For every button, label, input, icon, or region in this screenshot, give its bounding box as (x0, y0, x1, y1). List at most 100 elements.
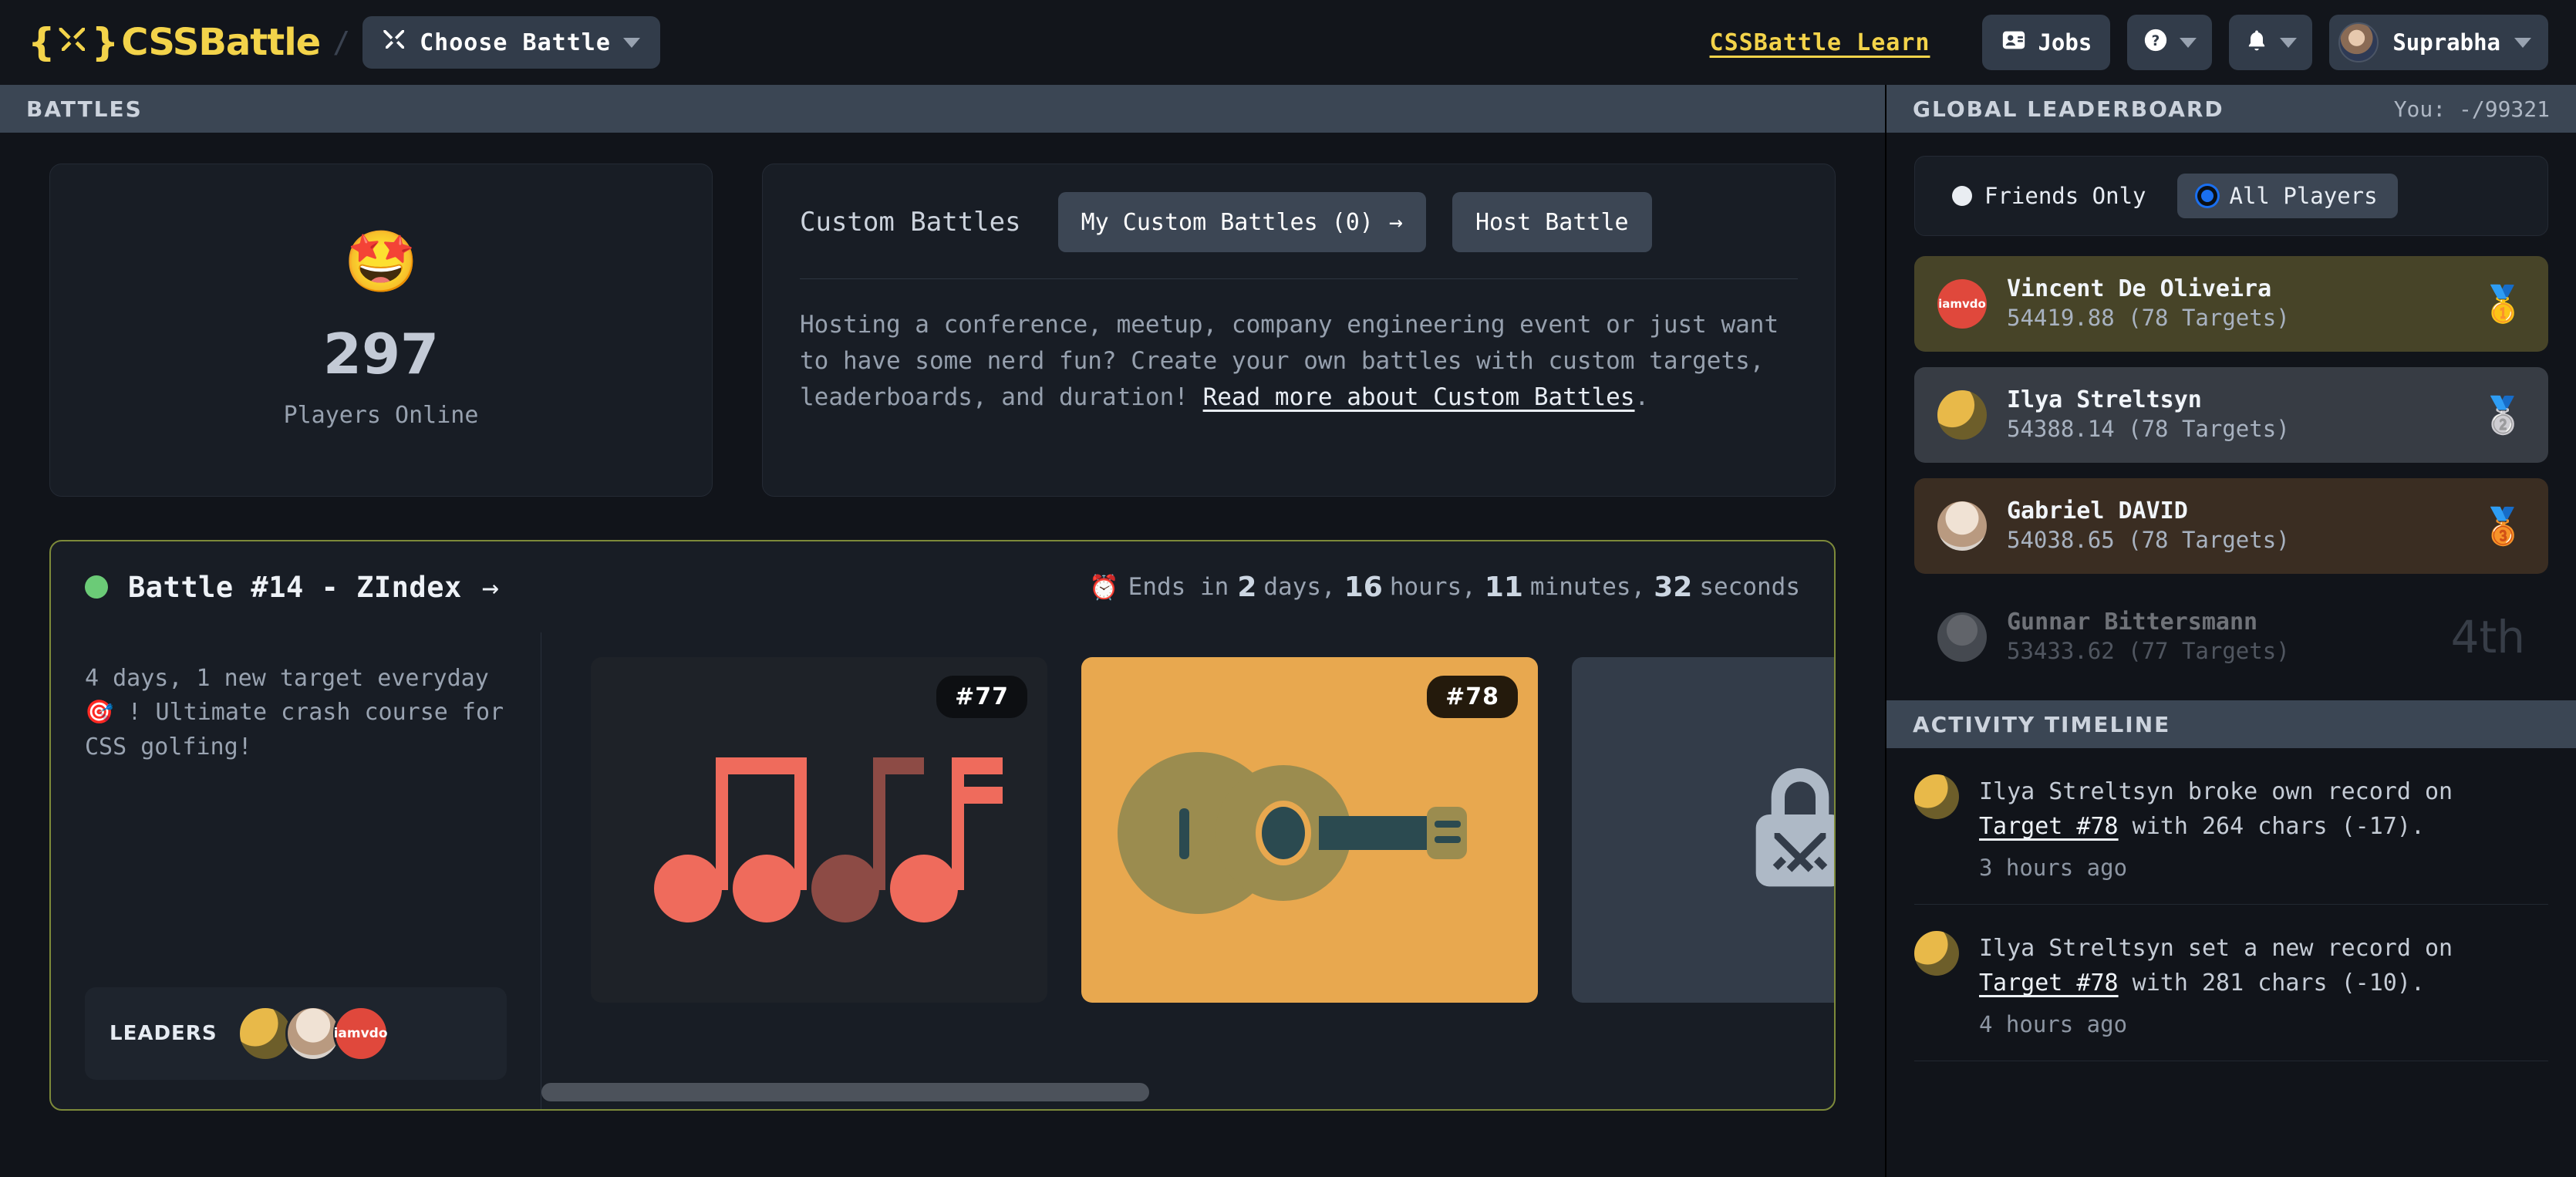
target-badge: #78 (1427, 676, 1518, 718)
logo-text: { } CSSBattle (28, 20, 321, 65)
player-name: Gunnar Bittersmann (2007, 609, 2258, 636)
leaderboard-row[interactable]: Gunnar Bittersmann 53433.62 (77 Targets)… (1914, 589, 2548, 685)
filter-all-players-label: All Players (2229, 183, 2378, 209)
battle-targets-area: #77 #78 (541, 632, 1834, 1109)
activity-item-body: Ilya Streltsyn broke own record on Targe… (1979, 774, 2548, 881)
host-battle-label: Host Battle (1475, 208, 1629, 236)
avatar (1914, 931, 1959, 976)
countdown-hours-label: hours, (1389, 573, 1476, 601)
battle-title-group[interactable]: Battle #14 - ZIndex → (85, 571, 499, 604)
countdown-minutes-value: 11 (1484, 571, 1523, 603)
alarm-clock-icon: ⏰ (1089, 573, 1119, 602)
target-card[interactable]: #77 (591, 657, 1047, 1003)
logo-brace-right: } (91, 20, 120, 65)
logo[interactable]: { } CSSBattle (28, 20, 321, 65)
battle-card-body: 4 days, 1 new target everyday 🎯 ! Ultima… (51, 632, 1834, 1109)
avatar (1914, 774, 1959, 819)
user-name-label: Suprabha (2392, 29, 2500, 56)
leaderboard-row-info: Ilya Streltsyn 54388.14 (78 Targets) (2007, 386, 2461, 443)
help-button[interactable]: ? (2127, 15, 2213, 70)
target-link[interactable]: Target #78 (1979, 813, 2119, 840)
breadcrumb-separator: / (332, 25, 351, 59)
target-badge: #77 (936, 676, 1027, 718)
logo-brace-left: { (28, 20, 56, 65)
cssbattle-learn-link[interactable]: CSSBattle Learn (1710, 29, 1930, 56)
app-header: { } CSSBattle / Choose Battle CSSBattle … (0, 0, 2576, 85)
leader-avatars: iamvdo (234, 1006, 389, 1061)
battle-card-header: Battle #14 - ZIndex → ⏰ Ends in 2 days, … (51, 541, 1834, 632)
target-card-locked[interactable] (1572, 657, 1834, 1003)
custom-battles-header: Custom Battles My Custom Battles (0) → H… (800, 192, 1798, 252)
custom-battles-card: Custom Battles My Custom Battles (0) → H… (762, 164, 1836, 497)
jobs-button[interactable]: Jobs (1982, 15, 2111, 70)
leaderboard-list: iamvdo Vincent De Oliveira 54419.88 (78 … (1886, 236, 2576, 700)
players-online-count: 297 (322, 321, 440, 386)
leaderboard-column: GLOBAL LEADERBOARD You: -/99321 Friends … (1885, 85, 2576, 1177)
swords-icon (383, 27, 407, 58)
target-card[interactable]: #78 (1081, 657, 1538, 1003)
chevron-down-icon (622, 37, 640, 48)
activity-item: Ilya Streltsyn set a new record on Targe… (1914, 905, 2548, 1061)
arrow-right-icon: → (481, 570, 500, 604)
targets-scrollbar[interactable] (541, 1083, 1834, 1109)
leaderboard-row[interactable]: iamvdo Vincent De Oliveira 54419.88 (78 … (1914, 256, 2548, 352)
filter-friends-only[interactable]: Friends Only (1932, 174, 2166, 218)
filter-all-players[interactable]: All Players (2176, 174, 2398, 218)
player-rank: 4th (2450, 611, 2525, 663)
activity-item-body: Ilya Streltsyn set a new record on Targe… (1979, 931, 2548, 1037)
choose-battle-label: Choose Battle (420, 29, 611, 56)
description-text-part2: . (1634, 383, 1650, 412)
battles-title: BATTLES (26, 96, 143, 122)
avatar: iamvdo (1937, 279, 1987, 329)
activity-text-prefix: Ilya Streltsyn set a new record on (1979, 935, 2453, 962)
star-struck-emoji-icon: 🤩 (343, 227, 419, 297)
live-status-dot-icon (85, 575, 108, 599)
lock-with-swords-icon (1755, 768, 1834, 887)
custom-battles-description: Hosting a conference, meetup, company en… (800, 307, 1798, 416)
notifications-button[interactable] (2229, 15, 2313, 70)
scrollbar-thumb[interactable] (541, 1083, 1149, 1101)
logo-label: CSSBattle (121, 21, 321, 64)
leader-avatar[interactable] (285, 1006, 341, 1061)
chevron-down-icon (2514, 37, 2531, 48)
player-name: Gabriel DAVID (2007, 497, 2188, 525)
avatar (1937, 390, 1987, 440)
your-rank-label: You: -/99321 (2393, 96, 2550, 122)
activity-section-bar: ACTIVITY TIMELINE (1886, 700, 2576, 748)
activity-time: 4 hours ago (1979, 1011, 2128, 1037)
activity-text: Ilya Streltsyn set a new record on Targe… (1979, 931, 2548, 1000)
radio-icon[interactable] (1952, 186, 1972, 206)
id-card-icon (2001, 27, 2027, 59)
user-menu-button[interactable]: Suprabha (2329, 15, 2548, 70)
battle-info-panel: 4 days, 1 new target everyday 🎯 ! Ultima… (51, 632, 541, 1109)
countdown-seconds-label: seconds (1699, 573, 1800, 601)
activity-time: 3 hours ago (1979, 855, 2128, 881)
jobs-label: Jobs (2038, 29, 2092, 56)
targets-scroll-container[interactable]: #77 #78 (541, 632, 1834, 1083)
battles-section-bar: BATTLES (0, 85, 1885, 133)
activity-text-suffix: with 281 chars (-10). (2118, 970, 2425, 997)
avatar (1937, 501, 1987, 551)
read-more-link[interactable]: Read more about Custom Battles (1203, 383, 1635, 411)
host-battle-button[interactable]: Host Battle (1452, 192, 1652, 252)
top-cards-row: 🤩 297 Players Online Custom Battles My C… (49, 164, 1836, 497)
players-online-card: 🤩 297 Players Online (49, 164, 713, 497)
my-custom-battles-button[interactable]: My Custom Battles (0) → (1057, 192, 1426, 252)
battle-leaders-box: LEADERS iamvdo (85, 987, 507, 1080)
target-link[interactable]: Target #78 (1979, 970, 2119, 997)
radio-icon-selected[interactable] (2197, 186, 2217, 206)
leader-avatar[interactable]: iamvdo (332, 1006, 389, 1061)
gold-medal-icon: 🥇 (2480, 282, 2525, 325)
leader-avatar[interactable] (237, 1006, 293, 1061)
bell-icon (2244, 28, 2269, 58)
activity-item: Ilya Streltsyn broke own record on Targe… (1914, 748, 2548, 905)
countdown-minutes-label: minutes, (1529, 573, 1646, 601)
filter-friends-only-label: Friends Only (1984, 183, 2146, 209)
leaderboard-row[interactable]: Gabriel DAVID 54038.65 (78 Targets) 🥉 (1914, 478, 2548, 574)
battle-countdown: ⏰ Ends in 2 days, 16 hours, 11 minutes, … (1089, 572, 1800, 603)
choose-battle-dropdown[interactable]: Choose Battle (362, 16, 660, 69)
divider (800, 278, 1798, 279)
leaders-label: LEADERS (110, 1022, 217, 1045)
my-custom-battles-label: My Custom Battles (0) (1081, 208, 1374, 236)
leaderboard-row[interactable]: Ilya Streltsyn 54388.14 (78 Targets) 🥈 (1914, 367, 2548, 463)
